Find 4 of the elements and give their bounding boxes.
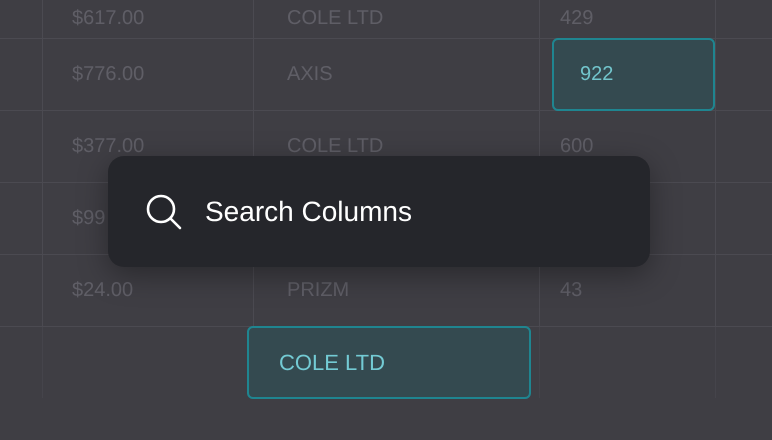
selected-cell: 922	[552, 38, 715, 111]
selected-cell: COLE LTD	[247, 326, 531, 399]
search-field[interactable]: Search Columns	[205, 196, 650, 228]
search-icon	[145, 192, 183, 230]
